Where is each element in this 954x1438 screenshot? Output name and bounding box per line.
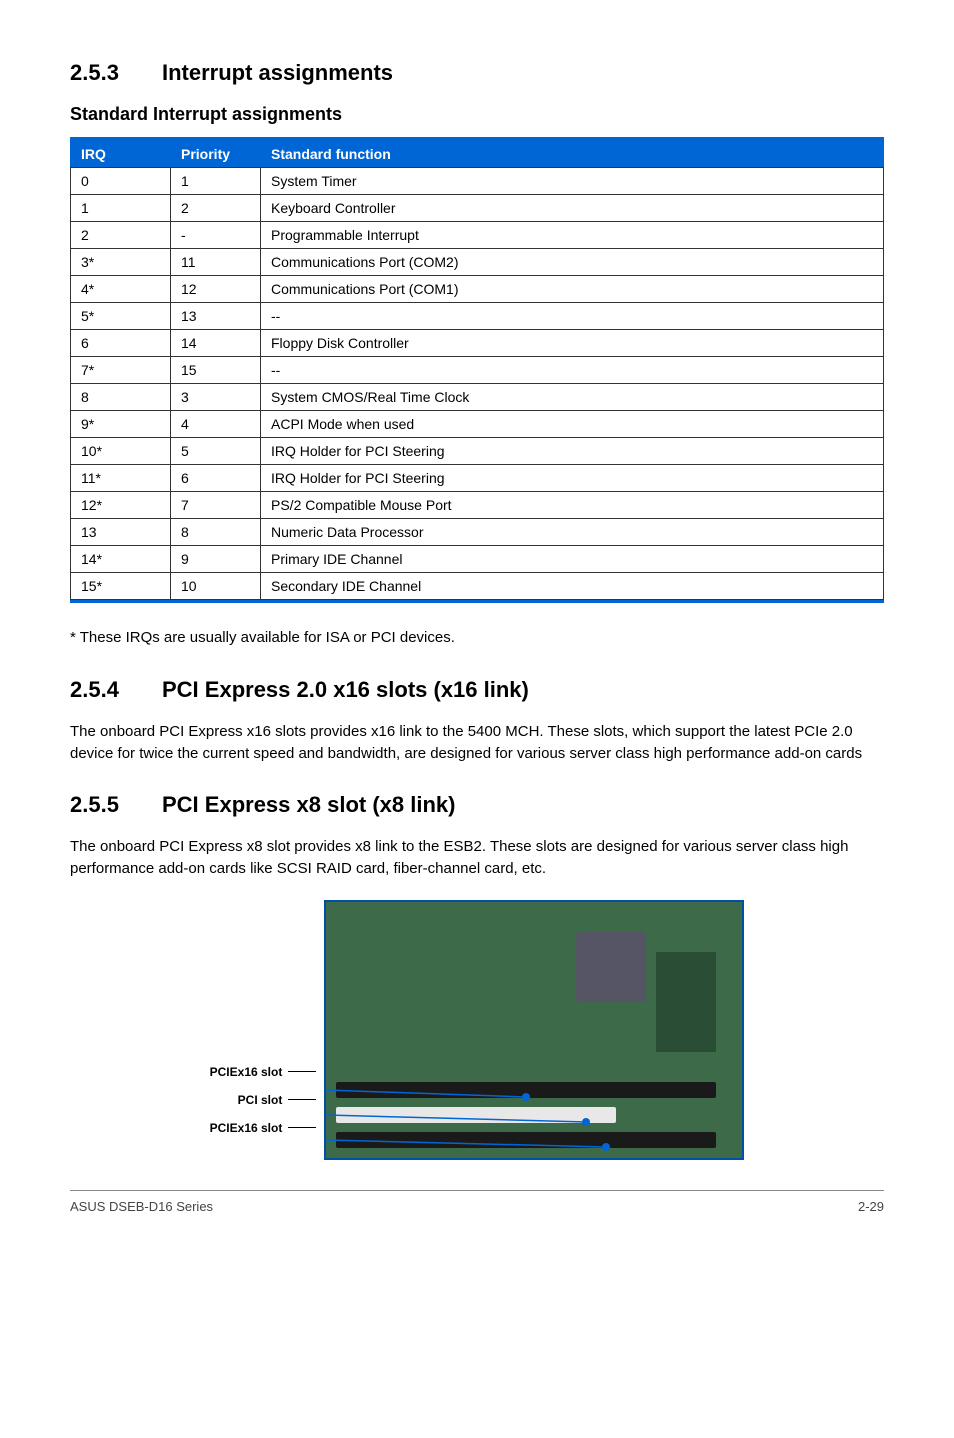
cell-priority: 9 (171, 546, 261, 573)
cell-func: PS/2 Compatible Mouse Port (261, 492, 884, 519)
cell-priority: 7 (171, 492, 261, 519)
cell-func: IRQ Holder for PCI Steering (261, 465, 884, 492)
subheading-standard-interrupt: Standard Interrupt assignments (70, 104, 884, 125)
cell-irq: 14* (71, 546, 171, 573)
cell-priority: 13 (171, 303, 261, 330)
motherboard-image-area: PCIEx16 slot PCI slot PCIEx16 slot (70, 900, 884, 1160)
label-pciex16-top: PCIEx16 slot (210, 1065, 317, 1079)
cell-func: Secondary IDE Channel (261, 573, 884, 600)
heading-2-5-5: 2.5.5 PCI Express x8 slot (x8 link) (70, 792, 884, 818)
cell-irq: 0 (71, 168, 171, 195)
cell-priority: 6 (171, 465, 261, 492)
cell-priority: 8 (171, 519, 261, 546)
cell-irq: 7* (71, 357, 171, 384)
section-title: PCI Express x8 slot (x8 link) (162, 792, 455, 818)
irq-table: IRQ Priority Standard function 01System … (70, 140, 884, 600)
cell-irq: 2 (71, 222, 171, 249)
cell-priority: 15 (171, 357, 261, 384)
table-row: 12*7PS/2 Compatible Mouse Port (71, 492, 884, 519)
table-row: 15*10Secondary IDE Channel (71, 573, 884, 600)
section-number: 2.5.5 (70, 792, 130, 818)
cell-irq: 6 (71, 330, 171, 357)
label-pciex16-bottom: PCIEx16 slot (210, 1121, 317, 1135)
table-row: 10*5IRQ Holder for PCI Steering (71, 438, 884, 465)
cell-priority: 11 (171, 249, 261, 276)
page-footer: ASUS DSEB-D16 Series 2-29 (70, 1190, 884, 1214)
table-row: 2-Programmable Interrupt (71, 222, 884, 249)
table-row: 83System CMOS/Real Time Clock (71, 384, 884, 411)
cell-priority: 10 (171, 573, 261, 600)
cell-func: -- (261, 303, 884, 330)
footer-right: 2-29 (858, 1199, 884, 1214)
cell-irq: 11* (71, 465, 171, 492)
cell-func: ACPI Mode when used (261, 411, 884, 438)
cell-irq: 1 (71, 195, 171, 222)
table-header-row: IRQ Priority Standard function (71, 141, 884, 168)
section-pcie-x16: 2.5.4 PCI Express 2.0 x16 slots (x16 lin… (70, 677, 884, 765)
slot-labels: PCIEx16 slot PCI slot PCIEx16 slot (210, 925, 317, 1135)
cell-irq: 15* (71, 573, 171, 600)
section-pcie-x8: 2.5.5 PCI Express x8 slot (x8 link) The … (70, 792, 884, 1160)
cell-priority: - (171, 222, 261, 249)
cell-priority: 5 (171, 438, 261, 465)
section-title: PCI Express 2.0 x16 slots (x16 link) (162, 677, 529, 703)
cell-func: System CMOS/Real Time Clock (261, 384, 884, 411)
cell-priority: 4 (171, 411, 261, 438)
cell-func: Programmable Interrupt (261, 222, 884, 249)
footer-left: ASUS DSEB-D16 Series (70, 1199, 213, 1214)
cell-priority: 3 (171, 384, 261, 411)
cell-irq: 13 (71, 519, 171, 546)
cell-irq: 12* (71, 492, 171, 519)
section-title: Interrupt assignments (162, 60, 393, 86)
cell-priority: 1 (171, 168, 261, 195)
section-number: 2.5.4 (70, 677, 130, 703)
header-priority: Priority (171, 141, 261, 168)
cell-irq: 4* (71, 276, 171, 303)
cell-irq: 5* (71, 303, 171, 330)
table-row: 614Floppy Disk Controller (71, 330, 884, 357)
table-row: 3*11Communications Port (COM2) (71, 249, 884, 276)
cell-irq: 9* (71, 411, 171, 438)
table-row: 7*15-- (71, 357, 884, 384)
heading-2-5-3: 2.5.3 Interrupt assignments (70, 60, 884, 86)
cell-func: Communications Port (COM1) (261, 276, 884, 303)
cell-func: System Timer (261, 168, 884, 195)
cell-irq: 8 (71, 384, 171, 411)
table-row: 9*4ACPI Mode when used (71, 411, 884, 438)
irq-table-wrapper: IRQ Priority Standard function 01System … (70, 137, 884, 603)
table-row: 5*13-- (71, 303, 884, 330)
cell-func: Floppy Disk Controller (261, 330, 884, 357)
header-func: Standard function (261, 141, 884, 168)
table-row: 12Keyboard Controller (71, 195, 884, 222)
cell-priority: 14 (171, 330, 261, 357)
cell-func: IRQ Holder for PCI Steering (261, 438, 884, 465)
cell-func: -- (261, 357, 884, 384)
motherboard-photo (324, 900, 744, 1160)
table-row: 4*12Communications Port (COM1) (71, 276, 884, 303)
pcie16-body: The onboard PCI Express x16 slots provid… (70, 721, 884, 765)
pcie8-body: The onboard PCI Express x8 slot provides… (70, 836, 884, 880)
motherboard-svg (326, 902, 744, 1160)
cell-irq: 3* (71, 249, 171, 276)
section-number: 2.5.3 (70, 60, 130, 86)
cell-func: Numeric Data Processor (261, 519, 884, 546)
label-pci: PCI slot (238, 1093, 317, 1107)
cell-func: Keyboard Controller (261, 195, 884, 222)
heading-2-5-4: 2.5.4 PCI Express 2.0 x16 slots (x16 lin… (70, 677, 884, 703)
cell-irq: 10* (71, 438, 171, 465)
cell-priority: 12 (171, 276, 261, 303)
header-irq: IRQ (71, 141, 171, 168)
table-row: 138Numeric Data Processor (71, 519, 884, 546)
cell-priority: 2 (171, 195, 261, 222)
irq-footnote: * These IRQs are usually available for I… (70, 627, 884, 649)
table-row: 14*9Primary IDE Channel (71, 546, 884, 573)
cell-func: Communications Port (COM2) (261, 249, 884, 276)
section-interrupt-assignments: 2.5.3 Interrupt assignments Standard Int… (70, 60, 884, 649)
table-row: 01System Timer (71, 168, 884, 195)
table-row: 11*6IRQ Holder for PCI Steering (71, 465, 884, 492)
cell-func: Primary IDE Channel (261, 546, 884, 573)
